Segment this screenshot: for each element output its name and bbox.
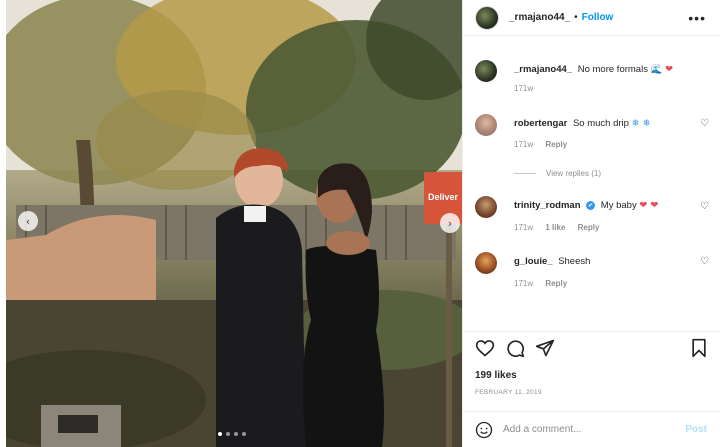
comment-time: 171w <box>514 140 534 149</box>
share-icon[interactable] <box>535 338 555 358</box>
comment-like-icon[interactable]: ♡ <box>700 201 709 212</box>
comment-time: 171w <box>514 223 534 232</box>
post-date: FEBRUARY 11, 2019 <box>475 389 542 396</box>
carousel-prev-button[interactable]: ‹ <box>18 211 38 231</box>
caption-time: 171w <box>514 84 534 93</box>
caption-meta: 171w <box>514 84 543 93</box>
more-options-icon[interactable]: ••• <box>688 10 706 26</box>
comment-meta: 171w Reply <box>514 140 577 149</box>
view-replies-button[interactable]: View replies (1) <box>514 169 601 178</box>
caption-body: _rmajano44_ No more formals 🌊 ❤ <box>514 63 684 76</box>
comment-username[interactable]: trinity_rodman <box>514 200 581 211</box>
reply-button[interactable]: Reply <box>545 279 567 288</box>
carousel-dot <box>234 432 238 436</box>
verified-badge-icon: ✔ <box>586 201 596 210</box>
carousel-dot <box>226 432 230 436</box>
snowflake-emoji: ❄ ❄ <box>631 118 651 129</box>
add-comment-bar: Add a comment... Post <box>463 411 720 447</box>
post-button[interactable]: Post <box>685 424 707 435</box>
caption-username[interactable]: _rmajano44_ <box>514 64 572 75</box>
replies-line <box>514 173 536 174</box>
comment-text: Sheesh <box>558 256 591 267</box>
comment-likes-count[interactable]: 1 like <box>545 223 565 232</box>
sign-text: Deliver <box>428 192 459 202</box>
carousel-dots <box>218 432 246 436</box>
bookmark-icon[interactable] <box>689 338 709 358</box>
comment-body: trinity_rodman ✔ My baby ❤ ❤ <box>514 199 684 212</box>
likes-count[interactable]: 199 likes <box>475 370 517 381</box>
heart-icon[interactable] <box>475 338 495 358</box>
post-photo[interactable]: Deliver ‹ › <box>6 0 462 447</box>
comment-input[interactable]: Add a comment... <box>503 424 685 435</box>
comment-body: robertengar So much drip ❄ ❄ <box>514 117 684 130</box>
reply-button[interactable]: Reply <box>578 223 600 232</box>
action-bar <box>463 331 720 361</box>
carousel-dot <box>218 432 222 436</box>
chevron-left-icon: ‹ <box>25 214 31 228</box>
carousel-next-button[interactable]: › <box>440 213 460 233</box>
comment-icon[interactable] <box>505 338 525 358</box>
post-header: _rmajano44_ • Follow ••• <box>463 0 720 36</box>
avatar[interactable] <box>475 5 499 30</box>
avatar[interactable] <box>475 114 497 136</box>
heart-emoji: ❤ ❤ <box>639 200 659 211</box>
list-item: trinity_rodman ✔ My baby ❤ ❤ ♡ 171w 1 li… <box>475 196 711 236</box>
view-replies-label: View replies (1) <box>546 169 601 178</box>
photo-scene <box>6 0 462 447</box>
comment-time: 171w <box>514 279 534 288</box>
reply-button[interactable]: Reply <box>545 140 567 149</box>
post-username[interactable]: _rmajano44_ <box>509 12 570 23</box>
carousel-dot <box>242 432 246 436</box>
chevron-right-icon: › <box>447 216 453 230</box>
emoji-icon[interactable] <box>475 421 493 439</box>
comment-text: My baby <box>600 200 637 211</box>
comment-username[interactable]: g_louie_ <box>514 256 553 267</box>
separator-dot: • <box>574 12 578 23</box>
caption-text: No more formals <box>577 64 648 75</box>
avatar[interactable] <box>475 252 497 274</box>
post-details-panel: _rmajano44_ • Follow ••• _rmajano44_ No … <box>462 0 720 447</box>
avatar[interactable] <box>475 196 497 218</box>
avatar[interactable] <box>475 60 497 82</box>
comment-like-icon[interactable]: ♡ <box>700 118 709 129</box>
list-item: g_louie_ Sheesh ♡ 171w Reply <box>475 252 711 292</box>
comment-text: So much drip <box>572 118 629 129</box>
heart-emoji: ❤ <box>665 64 674 75</box>
comment-like-icon[interactable]: ♡ <box>700 256 709 267</box>
comment-username[interactable]: robertengar <box>514 118 567 129</box>
follow-button[interactable]: Follow <box>582 12 614 23</box>
comment-meta: 171w Reply <box>514 279 577 288</box>
list-item: robertengar So much drip ❄ ❄ ♡ 171w Repl… <box>475 114 711 154</box>
caption: _rmajano44_ No more formals 🌊 ❤ 171w <box>475 60 711 100</box>
comment-body: g_louie_ Sheesh <box>514 255 684 268</box>
wave-emoji: 🌊 <box>650 64 663 75</box>
comment-meta: 171w 1 like Reply <box>514 223 609 232</box>
